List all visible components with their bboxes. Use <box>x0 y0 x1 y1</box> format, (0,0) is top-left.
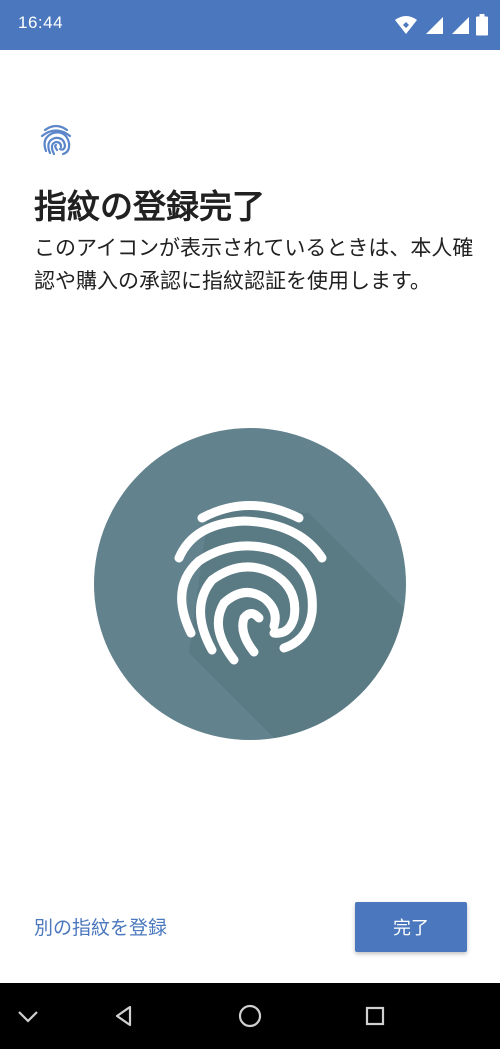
back-icon[interactable] <box>110 1002 138 1030</box>
done-button[interactable]: 完了 <box>355 902 467 952</box>
signal-icon <box>424 15 444 35</box>
signal-icon <box>450 15 470 35</box>
page-description: このアイコンが表示されているときは、本人確認や購入の承認に指紋認証を使用します。 <box>34 236 474 293</box>
add-another-fingerprint-button[interactable]: 別の指紋を登録 <box>34 913 167 940</box>
status-bar: 16:44 <box>0 0 500 50</box>
chevron-down-icon[interactable] <box>14 1002 42 1030</box>
fingerprint-icon <box>36 121 76 161</box>
wifi-icon <box>394 15 418 35</box>
navigation-bar <box>0 983 500 1049</box>
status-icons <box>394 14 488 36</box>
page-title: 指紋の登録完了 <box>34 187 265 226</box>
battery-icon <box>476 14 488 36</box>
status-time: 16:44 <box>18 13 64 32</box>
home-icon[interactable] <box>236 1002 264 1030</box>
fingerprint-hero <box>94 428 406 740</box>
recents-icon[interactable] <box>361 1002 389 1030</box>
